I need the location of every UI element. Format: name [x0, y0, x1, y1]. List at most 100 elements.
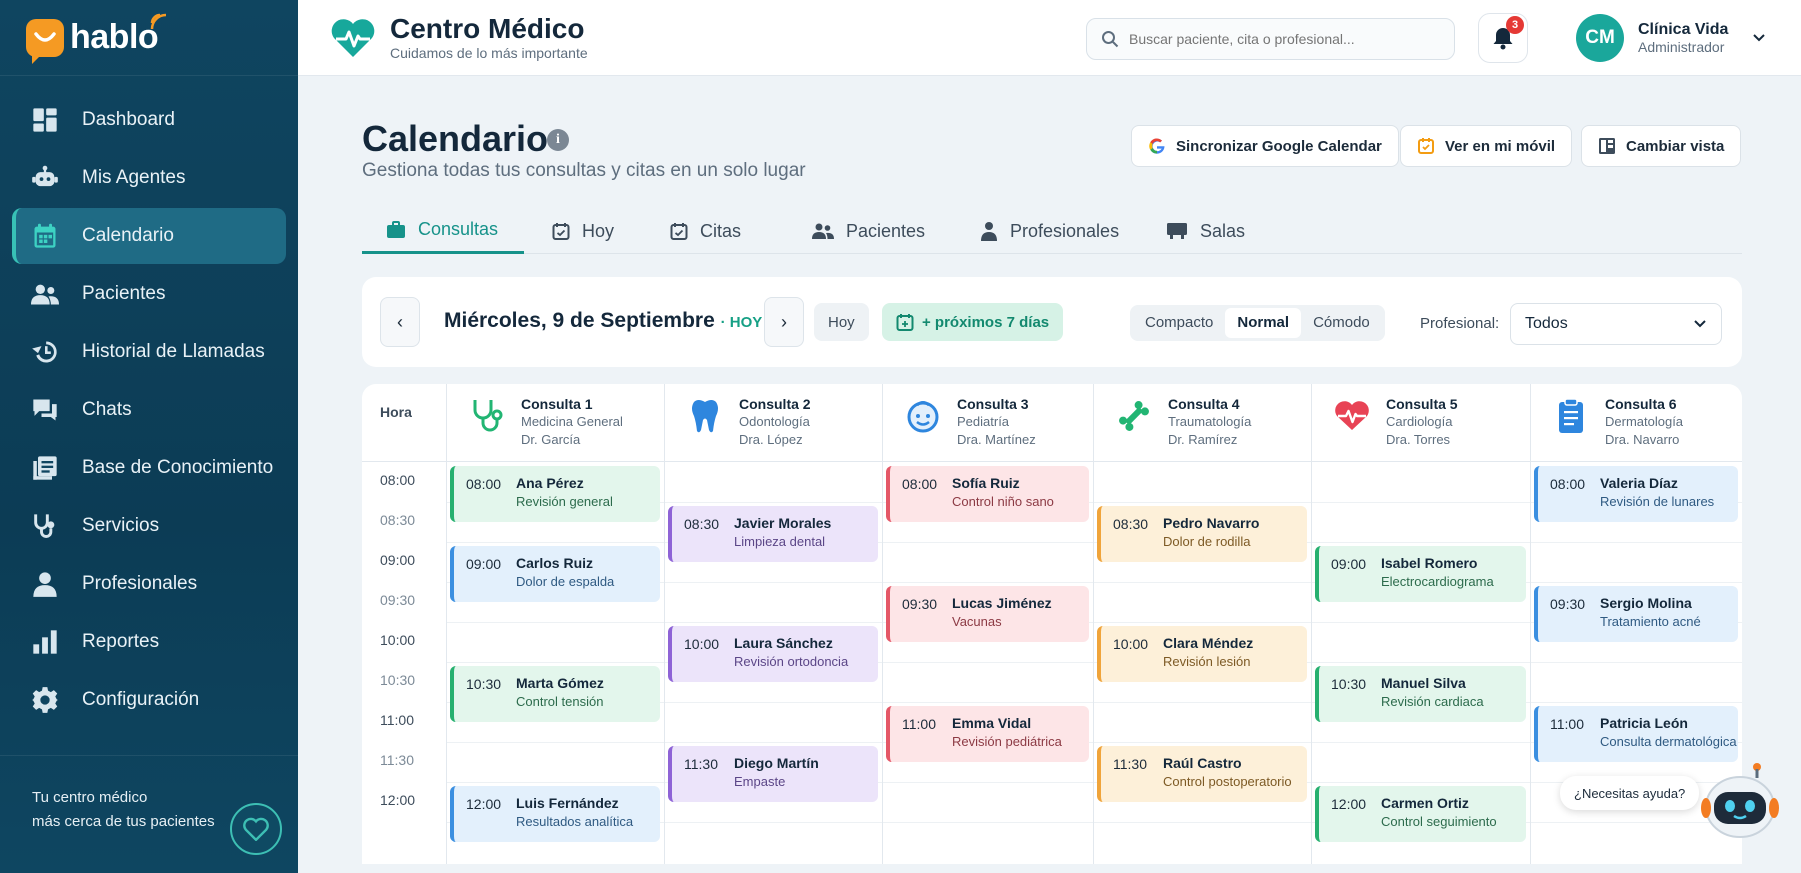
- density-comfortable[interactable]: Cómodo: [1301, 308, 1382, 338]
- room-column-header[interactable]: Consulta 2 Odontología Dra. López: [664, 384, 882, 462]
- sidebar-item-chats[interactable]: Chats: [12, 382, 286, 438]
- grid-line: [446, 782, 1742, 783]
- column-divider: [446, 462, 447, 864]
- mobile-label: Ver en mi móvil: [1445, 137, 1556, 155]
- appointment-time: 10:00: [1113, 636, 1149, 652]
- tab-label: Hoy: [582, 220, 615, 241]
- assistant-robot-icon[interactable]: [1698, 762, 1780, 844]
- room-column-header[interactable]: Consulta 4 Traumatología Dr. Ramírez: [1093, 384, 1311, 462]
- density-normal[interactable]: Normal: [1225, 308, 1302, 338]
- professional-select[interactable]: Todos: [1510, 303, 1722, 345]
- tab-citas[interactable]: Citas: [670, 208, 741, 254]
- appointment-card[interactable]: 11:30 Diego Martín Empaste: [668, 746, 878, 802]
- view-on-mobile-button[interactable]: Ver en mi móvil: [1400, 125, 1573, 167]
- today-button[interactable]: Hoy: [814, 303, 869, 341]
- next-7-days-button[interactable]: + próximos 7 días: [882, 303, 1064, 341]
- sidebar-item-agents[interactable]: Mis Agentes: [12, 150, 286, 206]
- sync-google-calendar-button[interactable]: Sincronizar Google Calendar: [1131, 125, 1399, 167]
- sidebar-item-calendar[interactable]: Calendario: [12, 208, 286, 264]
- tab-profesionales[interactable]: Profesionales: [980, 208, 1119, 254]
- change-view-button[interactable]: Cambiar vista: [1581, 125, 1742, 167]
- calendar-toolbar: ‹ Miércoles, 9 de Septiembre · HOY › Hoy…: [362, 277, 1742, 367]
- room-specialty: Pediatría: [957, 414, 1010, 429]
- appointment-time: 08:00: [1550, 476, 1586, 492]
- appointment-card[interactable]: 10:00 Laura Sánchez Revisión ortodoncia: [668, 626, 878, 682]
- density-compact[interactable]: Compacto: [1133, 308, 1225, 338]
- view-grid-icon: [1598, 137, 1616, 155]
- appointment-reason: Revisión ortodoncia: [734, 654, 849, 669]
- appointment-card[interactable]: 10:30 Manuel Silva Revisión cardiaca: [1315, 666, 1526, 722]
- appointment-card[interactable]: 08:00 Valeria Díaz Revisión de lunares: [1534, 466, 1738, 522]
- appointment-card[interactable]: 11:00 Emma Vidal Revisión pediátrica: [886, 706, 1089, 762]
- help-bubble[interactable]: ¿Necesitas ayuda?: [1560, 776, 1700, 810]
- room-column-header[interactable]: Consulta 5 Cardiología Dra. Torres: [1311, 384, 1530, 462]
- appointment-card[interactable]: 08:30 Pedro Navarro Dolor de rodilla: [1097, 506, 1307, 562]
- appointment-reason: Consulta dermatológica: [1600, 734, 1737, 749]
- sidebar-item-knowledge-base[interactable]: Base de Conocimiento: [12, 440, 286, 496]
- professional-value: Todos: [1525, 315, 1568, 332]
- user-menu[interactable]: CM Clínica Vida Administrador: [1576, 14, 1766, 62]
- notifications-button[interactable]: 3: [1478, 13, 1528, 63]
- appointment-reason: Control seguimiento: [1381, 814, 1497, 829]
- tab-pacientes[interactable]: Pacientes: [812, 208, 925, 254]
- room-specialty: Dermatología: [1605, 414, 1684, 429]
- appointment-card[interactable]: 12:00 Luis Fernández Resultados analítica: [450, 786, 660, 842]
- appointment-card[interactable]: 09:00 Isabel Romero Electrocardiograma: [1315, 546, 1526, 602]
- user-role: Administrador: [1638, 39, 1725, 55]
- prev-day-button[interactable]: ‹: [380, 297, 420, 347]
- appointment-card[interactable]: 12:00 Carmen Ortiz Control seguimiento: [1315, 786, 1526, 842]
- sidebar-item-patients[interactable]: Pacientes: [12, 266, 286, 322]
- sidebar-item-dashboard[interactable]: Dashboard: [12, 92, 286, 148]
- appointment-card[interactable]: 10:00 Clara Méndez Revisión lesión: [1097, 626, 1307, 682]
- appointment-card[interactable]: 11:00 Patricia León Consulta dermatológica: [1534, 706, 1738, 762]
- room-specialty: Medicina General: [521, 414, 623, 429]
- next-day-button[interactable]: ›: [764, 297, 804, 347]
- calendar-list-icon: [670, 222, 688, 240]
- appointment-patient: Raúl Castro: [1163, 755, 1242, 771]
- grid-line: [446, 662, 1742, 663]
- page-subtitle: Gestiona todas tus consultas y citas en …: [362, 160, 806, 181]
- room-title: Consulta 5: [1386, 396, 1458, 412]
- sidebar-item-settings[interactable]: Configuración: [12, 672, 286, 728]
- sidebar-item-professionals[interactable]: Profesionales: [12, 556, 286, 612]
- room-title: Consulta 2: [739, 396, 811, 412]
- tab-salas[interactable]: Salas: [1166, 208, 1245, 254]
- sidebar-item-call-history[interactable]: Historial de Llamadas: [12, 324, 286, 380]
- room-specialty: Odontología: [739, 414, 810, 429]
- appointment-card[interactable]: 08:00 Sofía Ruiz Control niño sano: [886, 466, 1089, 522]
- professional-label: Profesional:: [1420, 315, 1500, 332]
- search-input[interactable]: [1129, 31, 1429, 47]
- appointment-card[interactable]: 09:30 Lucas Jiménez Vacunas: [886, 586, 1089, 642]
- page-title: Calendario: [362, 118, 549, 159]
- info-icon[interactable]: i: [547, 129, 569, 151]
- appointment-patient: Clara Méndez: [1163, 635, 1254, 651]
- appointment-patient: Carmen Ortiz: [1381, 795, 1469, 811]
- appointment-card[interactable]: 09:00 Carlos Ruiz Dolor de espalda: [450, 546, 660, 602]
- appointment-card[interactable]: 09:30 Sergio Molina Tratamiento acné: [1534, 586, 1738, 642]
- room-title: Consulta 4: [1168, 396, 1240, 412]
- current-date: Miércoles, 9 de Septiembre · HOY: [444, 309, 762, 333]
- room-column-header[interactable]: Consulta 6 Dermatología Dra. Navarro: [1530, 384, 1742, 462]
- sidebar-item-reports[interactable]: Reportes: [12, 614, 286, 670]
- appointment-card[interactable]: 11:30 Raúl Castro Control postoperatorio: [1097, 746, 1307, 802]
- chevron-down-icon: [1753, 34, 1766, 42]
- room-doctor: Dra. López: [739, 432, 803, 447]
- google-icon: [1148, 137, 1166, 155]
- appointment-card[interactable]: 10:30 Marta Gómez Control tensión: [450, 666, 660, 722]
- tab-consultas[interactable]: Consultas: [362, 208, 524, 254]
- appointment-card[interactable]: 08:00 Ana Pérez Revisión general: [450, 466, 660, 522]
- room-column-header[interactable]: Consulta 1 Medicina General Dr. García: [446, 384, 664, 462]
- appointment-reason: Empaste: [734, 774, 786, 789]
- baby-icon: [903, 396, 943, 436]
- room-doctor: Dr. Ramírez: [1168, 432, 1238, 447]
- calendar-plus-icon: [896, 314, 914, 331]
- column-divider: [1093, 462, 1094, 864]
- logo[interactable]: hablo: [0, 0, 298, 76]
- room-column-header[interactable]: Consulta 3 Pediatría Dra. Martínez: [882, 384, 1093, 462]
- sidebar-item-label: Historial de Llamadas: [82, 341, 265, 362]
- time-label: 11:00: [380, 712, 414, 728]
- search-box[interactable]: [1086, 18, 1455, 60]
- tab-hoy[interactable]: Hoy: [552, 208, 614, 254]
- sidebar-item-services[interactable]: Servicios: [12, 498, 286, 554]
- appointment-card[interactable]: 08:30 Javier Morales Limpieza dental: [668, 506, 878, 562]
